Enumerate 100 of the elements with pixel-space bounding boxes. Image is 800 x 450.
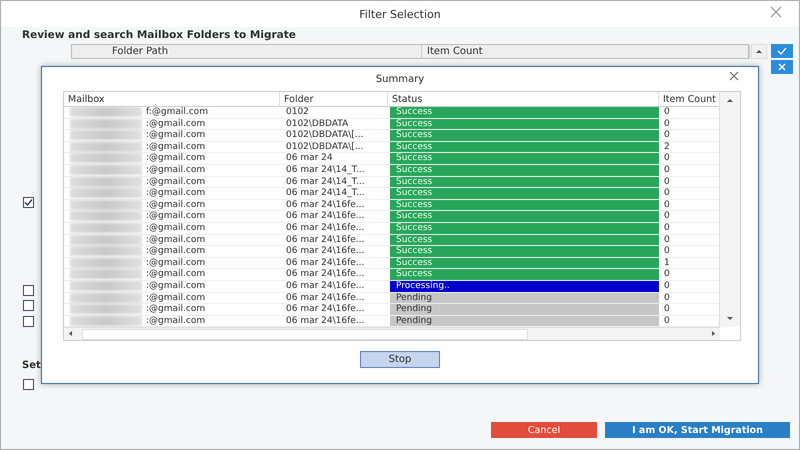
section-heading: Review and search Mailbox Folders to Migrate [22,29,297,41]
start-migration-button[interactable]: I am OK, Start Migration [605,422,790,438]
table-cell-text: 0 [663,222,671,234]
table-cell-text: 0 [663,234,671,246]
table-cell: :@gmail.com [146,211,206,222]
status-cell: Success [390,130,659,141]
redacted-block [70,222,142,233]
table-cell: :@gmail.com [146,292,206,304]
table-cell: f:@gmail.com [146,107,208,118]
table-cell-text: 06 mar 24\16fe... [285,280,366,292]
table-cell-text: 0 [663,118,671,130]
redacted-block [70,118,142,129]
redacted-block [70,176,142,187]
table-cell-text: 06 mar 24\16fe... [285,304,366,315]
redacted-block [70,130,142,140]
table-cell-text: 06 mar 24\16fe... [285,316,366,326]
status-cell: Pending [390,304,659,315]
table-cell-text: 1 [663,258,671,268]
status-cell: Pending [390,292,659,304]
table-cell: :@gmail.com [146,130,206,141]
redacted-block [70,258,142,268]
table-cell: :@gmail.com [146,316,206,326]
status-cell: Success [390,258,659,268]
table-cell-text: 0 [663,280,671,292]
table-cell-text: 06 mar 24\16fe... [285,269,366,280]
redacted-block [70,107,142,117]
redacted-block [70,234,142,245]
status-cell: Success [390,118,659,130]
table-cell-text: 0 [663,164,671,176]
column-header[interactable]: Item Count [422,45,750,59]
select-all-button[interactable] [771,44,793,58]
status-cell: Success [390,211,659,222]
table-cell: :@gmail.com [146,234,206,246]
table-cell: :@gmail.com [146,269,206,280]
redacted-block [70,188,142,198]
table-cell-text: 0 [663,200,671,210]
status-cell: Success [390,142,659,152]
status-cell: Pending [390,316,659,326]
scroll-up-icon[interactable] [751,44,767,59]
table-cell-text: 0 [663,316,671,326]
table-cell-text: 0 [663,176,671,188]
table-cell-text: 0 [663,107,671,118]
table-cell-text: 06 mar 24\16fe... [285,200,366,210]
table-cell-text: 0 [663,130,671,141]
status-cell: Success [390,200,659,210]
checkbox[interactable] [23,197,34,208]
vertical-scrollbar[interactable] [719,92,740,327]
table-cell-text: 0 [663,292,671,304]
table-cell: :@gmail.com [146,246,206,257]
table-cell-text: 06 mar 24\16fe... [285,292,366,304]
table-cell-text: 0102\DBDATA\[... [285,130,364,141]
table-cell-text: 06 mar 24 [285,153,334,164]
status-cell: Success [390,269,659,280]
redacted-block [70,153,142,164]
table-cell-text: 06 mar 24\14_T... [285,164,366,176]
status-cell: Success [390,176,659,188]
table-cell: :@gmail.com [146,222,206,234]
column-header[interactable]: Folder Path [72,45,422,59]
checkbox[interactable] [23,300,34,311]
redacted-block [70,280,142,291]
status-cell: Success [390,164,659,176]
dialog-title: Summary [376,74,424,85]
table-cell-text: 0102 [285,107,310,118]
status-cell: Success [390,188,659,199]
redacted-block [70,304,142,314]
redacted-block [70,269,142,280]
cancel-button[interactable]: Cancel [491,422,597,438]
table-cell-text: 2 [663,142,671,152]
table-cell: :@gmail.com [146,142,206,152]
checkbox[interactable] [23,316,34,327]
stop-button[interactable]: Stop [360,351,440,368]
redacted-block [70,142,142,152]
close-icon[interactable] [769,5,783,19]
close-icon [778,63,786,71]
table-cell: :@gmail.com [146,200,206,210]
clear-button[interactable] [771,60,793,74]
checkbox[interactable] [23,285,34,296]
close-icon[interactable] [728,70,740,82]
horizontal-scrollbar[interactable] [64,327,720,340]
table-cell: :@gmail.com [146,164,206,176]
status-cell: Success [390,222,659,234]
table-cell-text: 06 mar 24\16fe... [285,258,366,268]
section-label: Set [22,360,41,371]
table-cell: :@gmail.com [146,258,206,268]
table-cell: :@gmail.com [146,176,206,188]
status-cell: Success [390,246,659,257]
table-cell-text: 06 mar 24\16fe... [285,246,366,257]
redacted-block [70,164,142,175]
status-cell: Success [390,107,659,118]
checkbox[interactable] [23,379,34,390]
window-title: Filter Selection [359,8,441,20]
status-cell: Processing.. [390,280,659,292]
redacted-block [70,200,142,210]
table-cell-text: 0 [663,269,671,280]
redacted-block [70,292,142,302]
table-cell-text: 06 mar 24\16fe... [285,234,366,246]
table-cell: :@gmail.com [146,153,206,164]
column-header[interactable]: Folder [280,92,388,107]
table-cell-text: 06 mar 24\16fe... [285,222,366,234]
table-cell: :@gmail.com [146,280,206,292]
